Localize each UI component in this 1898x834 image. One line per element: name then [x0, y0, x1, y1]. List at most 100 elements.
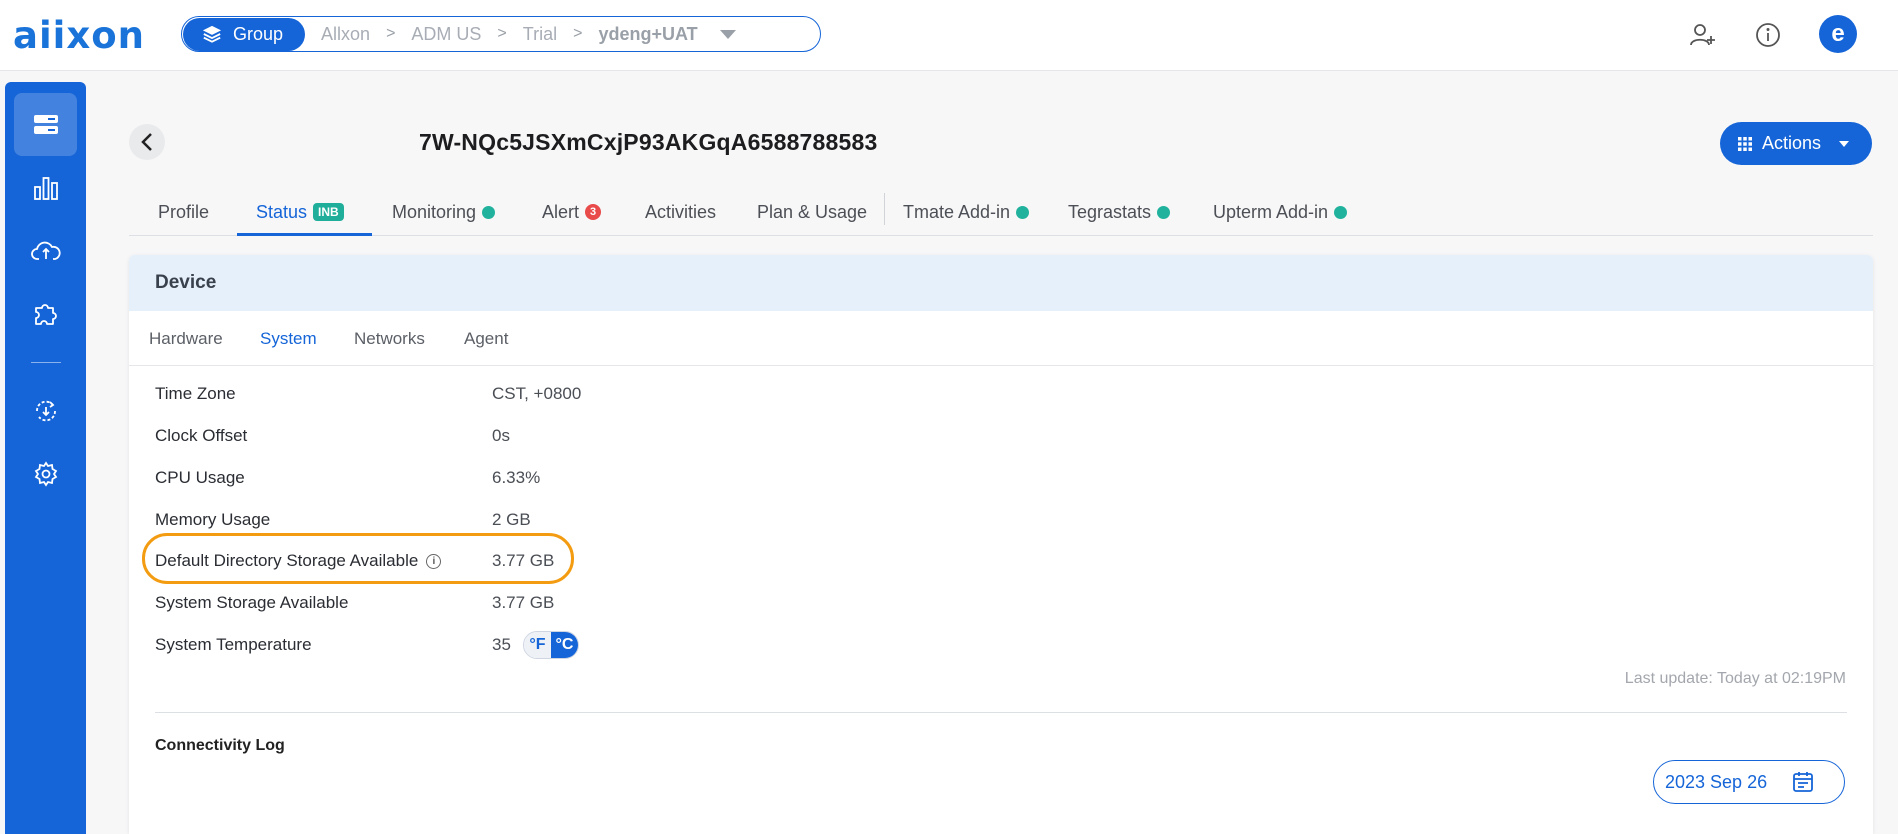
- tab-upterm-add-in[interactable]: Upterm Add-in: [1213, 188, 1348, 236]
- row-value: CST, +0800: [492, 384, 582, 403]
- chevron-right-icon: >: [497, 25, 507, 42]
- caret-down-icon[interactable]: [719, 29, 736, 39]
- tab-monitoring[interactable]: Monitoring: [392, 188, 496, 236]
- row-label: Clock Offset: [155, 426, 248, 445]
- tab-status[interactable]: Status INB: [256, 188, 344, 236]
- chevron-right-icon: >: [386, 25, 396, 42]
- unit-fahrenheit-button[interactable]: °F: [523, 632, 551, 658]
- breadcrumb: Group Allxon > ADM US > Trial > ydeng+UA…: [181, 16, 821, 52]
- row-label: Default Directory Storage Available: [155, 551, 419, 570]
- tab-label: Tmate Add-in: [903, 201, 1011, 222]
- status-dot: [1157, 205, 1171, 219]
- status-dot: [1016, 205, 1030, 219]
- row-clock-offset: Clock Offset 0s: [155, 421, 755, 451]
- add-user-icon[interactable]: [1688, 20, 1718, 50]
- subtab-hardware[interactable]: Hardware: [149, 311, 223, 366]
- ota-update-icon: [35, 400, 56, 421]
- chevron-right-icon: >: [573, 25, 583, 42]
- tab-label: Upterm Add-in: [1213, 201, 1329, 222]
- cloud-sync-icon: [30, 241, 61, 260]
- date-label: 2023 Sep 26: [1665, 771, 1768, 792]
- sidebar-item-devices[interactable]: [14, 93, 77, 156]
- temperature-unit-toggle: °F °C: [522, 631, 579, 659]
- sidebar-item-cloud[interactable]: [14, 219, 77, 282]
- row-cpu-usage: CPU Usage 6.33%: [155, 463, 755, 493]
- card-title: Device: [129, 255, 1873, 311]
- tab-tmate-add-in[interactable]: Tmate Add-in: [903, 188, 1030, 236]
- bar-chart-icon: [33, 176, 58, 200]
- subtab-agent[interactable]: Agent: [464, 311, 508, 366]
- caret-down-icon: [1839, 140, 1850, 147]
- avatar[interactable]: e: [1819, 15, 1857, 53]
- breadcrumb-item-allxon[interactable]: Allxon: [305, 24, 386, 45]
- row-label: CPU Usage: [155, 468, 245, 487]
- sidebar-item-ota[interactable]: [14, 379, 77, 442]
- breadcrumb-group-label: Group: [233, 23, 284, 44]
- info-icon[interactable]: i: [426, 553, 442, 569]
- breadcrumb-item-trial[interactable]: Trial: [507, 24, 573, 45]
- tab-label: Status: [256, 201, 308, 222]
- tab-profile[interactable]: Profile: [158, 188, 209, 236]
- sidebar: [5, 82, 86, 834]
- tab-label: Activities: [645, 201, 717, 222]
- device-tabs: Profile Status INB Monitoring Alert 3 Ac…: [129, 188, 1873, 236]
- alert-count-badge: 3: [585, 204, 602, 220]
- device-card: Device Hardware System Networks Agent Ti…: [129, 255, 1873, 834]
- date-picker-button[interactable]: 2023 Sep 26: [1653, 760, 1845, 804]
- sidebar-item-add-ins[interactable]: [14, 282, 77, 345]
- tab-tegrastats[interactable]: Tegrastats: [1068, 188, 1171, 236]
- breadcrumb-item-adm-us[interactable]: ADM US: [395, 24, 497, 45]
- row-label: System Temperature: [155, 635, 312, 654]
- row-default-directory-storage: Default Directory Storage Available i 3.…: [155, 546, 755, 576]
- tab-label: Plan & Usage: [757, 201, 868, 222]
- top-bar: aiixon Group Allxon > ADM US > Trial > y…: [0, 0, 1898, 71]
- row-label: Memory Usage: [155, 510, 271, 529]
- tab-plan-usage[interactable]: Plan & Usage: [757, 188, 867, 236]
- page-title: 7W-NQc5JSXmCxjP93AKGqA6588788583: [419, 129, 878, 155]
- active-tab-indicator: [237, 233, 372, 236]
- tab-label: Tegrastats: [1068, 201, 1152, 222]
- allxon-logo[interactable]: aiixon: [13, 14, 145, 57]
- row-value: 0s: [492, 426, 510, 445]
- device-subtabs: Hardware System Networks Agent: [129, 311, 1873, 366]
- tab-alert[interactable]: Alert 3: [542, 188, 602, 236]
- info-icon[interactable]: [1753, 20, 1783, 50]
- tab-divider: [884, 193, 885, 225]
- tab-label: Alert: [542, 201, 580, 222]
- row-memory-usage: Memory Usage 2 GB: [155, 505, 755, 535]
- row-system-storage: System Storage Available 3.77 GB: [155, 588, 755, 618]
- breadcrumb-current[interactable]: ydeng+UAT: [582, 24, 713, 45]
- last-update-text: Last update: Today at 02:19PM: [1624, 670, 1846, 687]
- row-label-wrapper: Default Directory Storage Available i: [155, 551, 492, 571]
- chevron-left-icon: [141, 133, 152, 151]
- actions-button[interactable]: Actions: [1720, 122, 1872, 165]
- row-value: 3.77 GB: [492, 551, 555, 570]
- row-label: System Storage Available: [155, 593, 349, 612]
- status-dot: [482, 205, 496, 219]
- back-button[interactable]: [129, 124, 165, 160]
- gear-icon: [34, 460, 57, 487]
- devices-icon: [33, 114, 58, 134]
- unit-celsius-button[interactable]: °C: [550, 632, 578, 658]
- tab-label: Monitoring: [392, 201, 477, 222]
- subtab-system[interactable]: System: [260, 311, 317, 366]
- status-dot: [1334, 205, 1348, 219]
- breadcrumb-group-button[interactable]: Group: [183, 17, 306, 51]
- sidebar-item-settings[interactable]: [14, 442, 77, 505]
- sidebar-item-monitoring[interactable]: [14, 156, 77, 219]
- status-badge: INB: [313, 203, 344, 221]
- row-value: 3.77 GB: [492, 593, 555, 612]
- divider: [155, 712, 1847, 713]
- subtab-networks[interactable]: Networks: [354, 311, 425, 366]
- grid-icon: [1738, 136, 1752, 151]
- row-value: 35: [492, 635, 511, 654]
- row-value: 6.33%: [492, 468, 541, 487]
- connectivity-log-title: Connectivity Log: [155, 737, 285, 754]
- row-value: 2 GB: [492, 510, 531, 529]
- tab-label: Profile: [158, 201, 210, 222]
- row-system-temperature: System Temperature 35 °F °C: [155, 630, 755, 660]
- tab-activities[interactable]: Activities: [645, 188, 716, 236]
- layers-icon: [202, 25, 222, 43]
- calendar-icon: [1793, 772, 1813, 792]
- actions-label: Actions: [1762, 133, 1822, 153]
